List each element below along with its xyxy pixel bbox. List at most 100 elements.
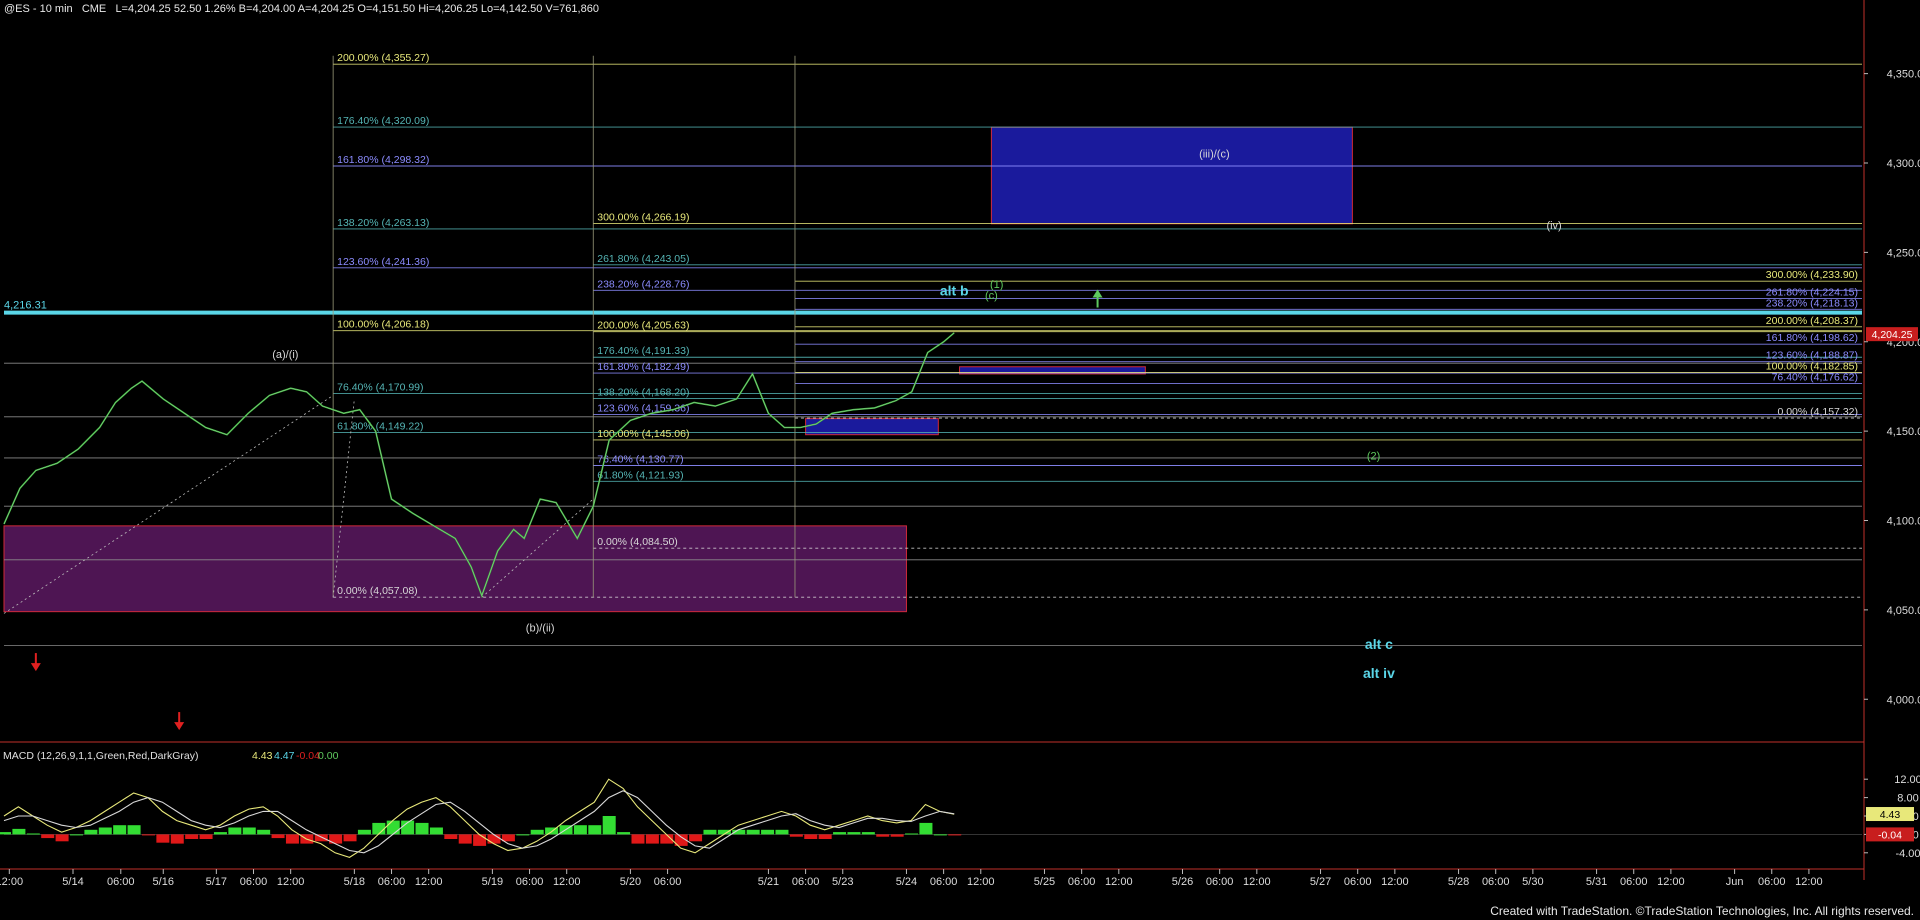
arrow-down-1 [174, 712, 185, 731]
fib-label-21: 300.00% (4,233.90) [1766, 269, 1858, 281]
macd-histogram-bar-34 [487, 834, 501, 844]
fib-label-14: 161.80% (4,182.49) [597, 361, 689, 373]
macd-tick-label-0: -4.00 [1895, 848, 1920, 860]
macd-histogram-bar-5 [69, 834, 83, 836]
time-tick-label-17: 5/23 [832, 876, 853, 888]
macd-histogram-bar-22 [314, 834, 328, 842]
time-tick-label-9: 12:00 [415, 876, 443, 888]
macd-histogram-bar-7 [98, 827, 112, 835]
wave-label-5: (a)/(i) [272, 349, 298, 361]
time-tick-label-13: 5/20 [620, 876, 641, 888]
macd-layer: MACD (12,26,9,1,1,Green,Red,DarkGray) 4.4… [0, 750, 1920, 860]
fib-label-3: 138.20% (4,263.13) [337, 217, 429, 229]
time-tick-label-3: 5/16 [153, 876, 174, 888]
arrow-down-0 [30, 653, 41, 672]
macd-histogram-bar-20 [285, 834, 299, 844]
price-tick-label-2: 4,100.00 [1887, 516, 1920, 528]
level-label-0: 4,216.31 [4, 300, 47, 312]
fib-label-24: 200.00% (4,208.37) [1766, 315, 1858, 327]
macd-histogram-bar-63 [905, 833, 919, 835]
fib-label-8: 0.00% (4,057.08) [337, 585, 418, 597]
macd-tick-label-4: 12.00 [1894, 774, 1920, 786]
macd-histogram-bar-44 [631, 834, 645, 844]
macd-histogram-bar-45 [645, 834, 659, 844]
fib-label-12: 200.00% (4,205.63) [597, 320, 689, 332]
macd-histogram-bar-64 [919, 822, 933, 835]
macd-tick-label-3: 8.00 [1897, 793, 1918, 805]
macd-histogram-bar-53 [761, 829, 775, 835]
macd-histogram-bar-36 [516, 834, 530, 836]
time-tick-label-35: 12:00 [1657, 876, 1685, 888]
arrow-head [30, 663, 41, 672]
arrow-head [174, 722, 185, 731]
time-tick-label-18: 5/24 [896, 876, 917, 888]
macd-histogram-bar-57 [818, 834, 832, 839]
price-tick-label-3: 4,150.00 [1887, 426, 1920, 438]
macd-histogram-bar-14 [199, 834, 213, 839]
macd-histogram-bar-59 [847, 832, 861, 835]
time-tick-label-38: 12:00 [1795, 876, 1823, 888]
time-tick-label-33: 5/31 [1586, 876, 1607, 888]
wave-label-3: (c) [985, 290, 998, 302]
macd-histogram-bar-32 [458, 834, 472, 844]
wave-label-7: (2) [1367, 451, 1380, 463]
time-tick-label-20: 12:00 [967, 876, 995, 888]
wave-label-8: alt c [1365, 636, 1393, 652]
macd-histogram-bar-17 [242, 827, 256, 835]
symbol-label: @ES - 10 min [4, 3, 73, 15]
copyright-footer: Created with TradeStation. ©TradeStation… [1490, 904, 1914, 918]
macd-histogram-bar-41 [588, 825, 602, 835]
macd-histogram-bar-15 [213, 832, 227, 835]
fib-label-10: 261.80% (4,243.05) [597, 253, 689, 265]
macd-current-label: -0.04 [1878, 829, 1902, 841]
last-price-label: 4,204.25 [1872, 329, 1913, 341]
fib-label-23: 238.20% (4,218.13) [1766, 297, 1858, 309]
macd-histogram-bar-1 [12, 828, 26, 835]
time-tick-label-28: 06:00 [1344, 876, 1372, 888]
time-tick-label-30: 5/28 [1448, 876, 1469, 888]
wave-label-1: (iv) [1546, 220, 1561, 232]
macd-histogram-bar-56 [804, 834, 818, 839]
wave-labels-layer: (iii)/(c)(iv)(1)(c)alt b(a)/(i)(b)/(ii)(… [30, 149, 1562, 731]
macd-value-tag-label: 4.43 [1880, 809, 1901, 821]
time-tick-label-11: 06:00 [516, 876, 544, 888]
time-tick-label-31: 06:00 [1482, 876, 1510, 888]
chart-canvas: 4,216.31 200.00% (4,355.27) 176.40% (4,320… [0, 0, 1920, 888]
macd-histogram-bar-25 [357, 829, 371, 835]
macd-histogram-bar-61 [876, 834, 890, 837]
macd-histogram-bar-29 [415, 822, 429, 835]
wave-label-6: (b)/(ii) [526, 622, 555, 634]
time-tick-label-4: 5/17 [206, 876, 227, 888]
macd-histogram-bar-33 [473, 834, 487, 846]
time-tick-label-15: 5/21 [758, 876, 779, 888]
fib-label-29: 0.00% (4,157.32) [1777, 406, 1858, 418]
price-tick-label-1: 4,050.00 [1887, 605, 1920, 617]
fib-label-5: 100.00% (4,206.18) [337, 319, 429, 331]
time-tick-label-34: 06:00 [1620, 876, 1648, 888]
time-tick-label-7: 5/18 [344, 876, 365, 888]
time-tick-label-22: 06:00 [1068, 876, 1096, 888]
chart-header: @ES - 10 min CME L=4,204.25 52.50 1.26% … [4, 3, 599, 15]
fib-label-13: 176.40% (4,191.33) [597, 345, 689, 357]
macd-histogram-bar-62 [890, 834, 904, 837]
macd-histogram-bar-65 [933, 834, 947, 836]
fib-label-0: 200.00% (4,355.27) [337, 52, 429, 64]
time-tick-label-12: 12:00 [553, 876, 581, 888]
time-tick-label-10: 5/19 [482, 876, 503, 888]
zone-box-0 [990, 126, 1353, 225]
macd-histogram-bar-0 [0, 832, 11, 835]
fib-label-4: 123.60% (4,241.36) [337, 256, 429, 268]
macd-histogram-bar-37 [530, 829, 544, 835]
time-tick-label-21: 5/25 [1034, 876, 1055, 888]
macd-value-3: 0.00 [318, 750, 339, 762]
time-tick-label-36: Jun [1726, 876, 1744, 888]
time-tick-label-19: 06:00 [930, 876, 958, 888]
macd-histogram-bar-52 [746, 829, 760, 835]
price-tick-label-5: 4,250.00 [1887, 247, 1920, 259]
wave-label-9: alt iv [1363, 665, 1395, 681]
time-tick-label-25: 06:00 [1206, 876, 1234, 888]
macd-histogram-bar-3 [41, 834, 55, 839]
macd-histogram-bar-26 [372, 822, 386, 835]
fib-label-11: 238.20% (4,228.76) [597, 278, 689, 290]
time-tick-label-24: 5/26 [1172, 876, 1193, 888]
